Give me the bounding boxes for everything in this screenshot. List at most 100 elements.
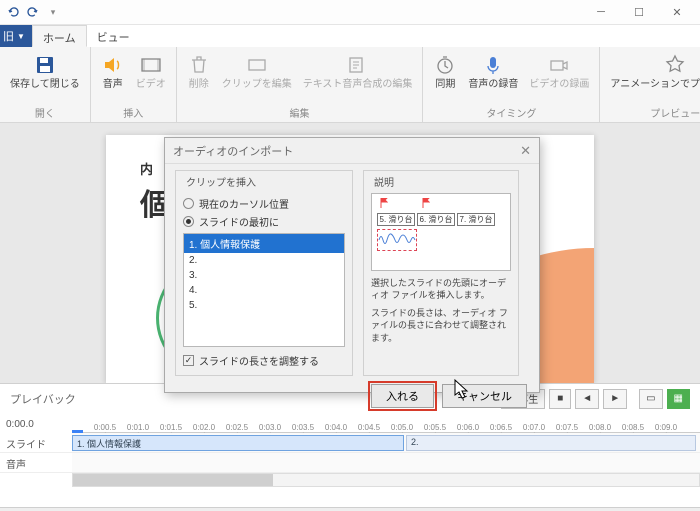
waveform-icon [377,229,417,251]
qat-customize-button[interactable]: ▾ [44,3,62,21]
ruler-tick: 0:05.0 [391,423,413,432]
ribbon-tabs: 旧▼ ホーム ビュー [0,25,700,47]
prev-button[interactable]: ◄ [575,389,599,409]
file-tab[interactable]: 旧▼ [0,25,32,47]
timeline: 0:00.0 0:00.50:01.00:01.50:02.00:02.50:0… [0,413,700,489]
dialog-title-bar[interactable]: オーディオのインポート ✕ [165,138,539,164]
adjust-length-checkbox[interactable]: ✓ スライドの長さを調整する [183,353,345,368]
radio-slide-start[interactable]: スライドの最初に [183,214,345,229]
undo-button[interactable] [4,3,22,21]
resize-grip[interactable] [0,507,700,511]
audio-track[interactable] [72,453,700,472]
ruler-tick: 0:01.5 [160,423,182,432]
edit-clip-label: クリップを編集 [222,79,292,90]
chevron-down-icon: ▼ [17,32,25,41]
delete-button[interactable]: 削除 [183,51,215,103]
camera-icon [547,53,571,77]
sync-label: 同期 [435,79,455,90]
slide-clip[interactable]: 1. 個人情報保護 [72,435,404,451]
preview-anim-label: アニメーションでプレビュー [610,79,700,90]
group-preview-label: プレビュー [606,103,700,120]
audio-track-label: 音声 [0,453,72,472]
slide-track-label: スライド [0,433,72,452]
insert-clip-fieldset: クリップを挿入 現在のカーソル位置 スライドの最初に 1. 個人情報保護 2. … [175,170,353,376]
list-item[interactable]: 2. [184,253,344,268]
group-open-label: 開く [6,103,84,120]
ruler-tick: 0:01.0 [127,423,149,432]
insert-video-label: ビデオ [136,79,166,90]
record-audio-button[interactable]: 音声の録音 [464,51,522,103]
insert-clip-legend: クリップを挿入 [183,174,259,189]
insert-video-button[interactable]: ビデオ [132,51,170,103]
checkbox-icon: ✓ [183,355,194,366]
film-icon [139,53,163,77]
close-button[interactable]: ✕ [658,2,696,22]
delete-label: 削除 [189,79,209,90]
group-insert: 音声 ビデオ 挿入 [91,47,177,122]
radio-cursor-position[interactable]: 現在のカーソル位置 [183,196,345,211]
list-item[interactable]: 1. 個人情報保護 [184,234,344,253]
slide-clip[interactable]: 2. [406,435,696,451]
insert-button[interactable]: 入れる [371,384,434,408]
view-mode-2-button[interactable]: ▦ [667,389,690,409]
ruler-tick: 0:07.5 [556,423,578,432]
tts-icon [346,53,370,77]
radio-cursor-label: 現在のカーソル位置 [199,196,289,211]
playback-label: プレイバック [10,391,76,407]
slides-listbox[interactable]: 1. 個人情報保護 2. 3. 4. 5. [183,233,345,347]
horizontal-scrollbar[interactable] [72,473,700,487]
list-item[interactable]: 4. [184,283,344,298]
radio-icon [183,216,194,227]
group-timing-label: タイミング [429,103,593,120]
description-text-2: スライドの長さは、オーディオ ファイルの長さに合わせて調整されます。 [371,307,511,343]
edit-tts-label: テキスト音声合成の編集 [303,79,413,90]
minimize-button[interactable]: ─ [582,2,620,22]
slide-track[interactable]: 1. 個人情報保護 2. [72,433,700,452]
view-mode-1-button[interactable]: ▭ [639,389,662,409]
list-item[interactable]: 5. [184,298,344,313]
stop-button[interactable]: ■ [549,389,571,409]
group-preview: アニメーションでプレビュー プレビュー [600,47,700,122]
ruler-tick: 0:02.0 [193,423,215,432]
ruler-tick: 0:00.5 [94,423,116,432]
dialog-close-button[interactable]: ✕ [520,143,531,159]
microphone-icon [481,53,505,77]
description-text-1: 選択したスライドの先頭にオーディオ ファイルを挿入します。 [371,277,511,301]
quick-access-toolbar: ▾ [4,3,62,21]
ribbon: 保存して閉じる 開く 音声 ビデオ 挿入 削除 クリップを編集 テキスト音声合成… [0,47,700,123]
dialog-title: オーディオのインポート [173,143,293,159]
insert-audio-button[interactable]: 音声 [97,51,129,103]
save-icon [33,53,57,77]
group-insert-label: 挿入 [97,103,170,120]
preview-anim-button[interactable]: アニメーションでプレビュー [606,51,700,103]
radio-icon [183,198,194,209]
edit-tts-button[interactable]: テキスト音声合成の編集 [299,51,417,103]
insert-audio-label: 音声 [103,79,123,90]
record-video-button[interactable]: ビデオの録画 [525,51,593,103]
ruler-tick: 0:06.5 [490,423,512,432]
list-item[interactable]: 3. [184,268,344,283]
preview-slide-box: 6. 滑り台 [417,213,455,226]
next-button[interactable]: ► [603,389,627,409]
window-controls: ─ ☐ ✕ [582,2,696,22]
import-audio-dialog: オーディオのインポート ✕ クリップを挿入 現在のカーソル位置 スライドの最初に… [164,137,540,393]
clip-icon [245,53,269,77]
description-fieldset: 説明 5. 滑り台 6. 滑り台 7. 滑り台 選択したスライドの先頭にオーディ… [363,170,519,376]
ruler-tick: 0:08.5 [622,423,644,432]
tab-view[interactable]: ビュー [87,25,140,47]
preview-slide-box: 5. 滑り台 [377,213,415,226]
preview-pane: 5. 滑り台 6. 滑り台 7. 滑り台 [371,193,511,271]
adjust-length-label: スライドの長さを調整する [199,353,319,368]
maximize-button[interactable]: ☐ [620,2,658,22]
sync-button[interactable]: 同期 [429,51,461,103]
save-close-button[interactable]: 保存して閉じる [6,51,84,103]
cancel-button[interactable]: キャンセル [442,384,527,408]
flag-icon [422,198,430,208]
redo-button[interactable] [24,3,42,21]
ruler-tick: 0:03.0 [259,423,281,432]
tab-home[interactable]: ホーム [32,25,87,47]
edit-clip-button[interactable]: クリップを編集 [218,51,296,103]
record-video-label: ビデオの録画 [529,79,589,90]
record-audio-label: 音声の録音 [468,79,518,90]
scrollbar-thumb[interactable] [73,474,273,486]
